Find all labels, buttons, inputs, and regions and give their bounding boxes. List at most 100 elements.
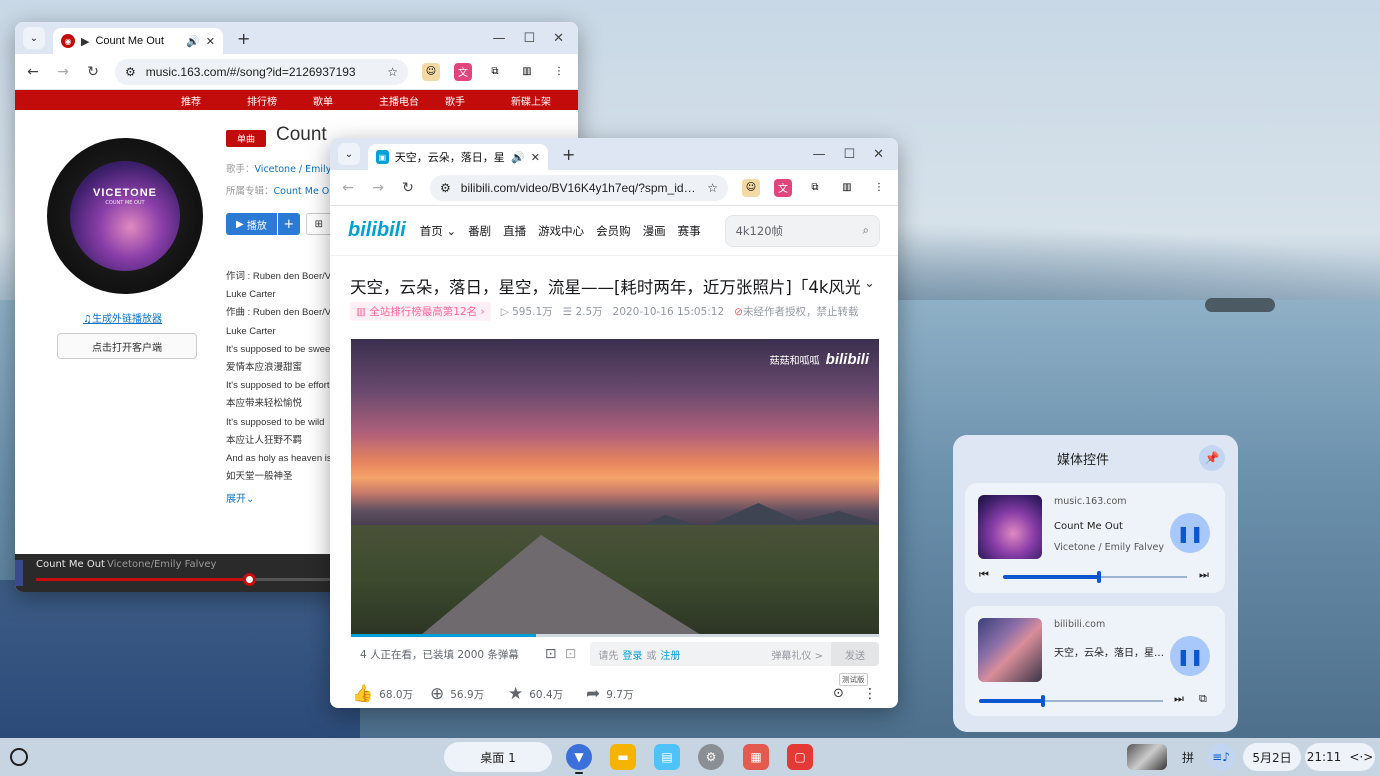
- new-tab-button[interactable]: +: [556, 145, 581, 164]
- address-bar[interactable]: ⚙ music.163.com/#/song?id=2126937193 ☆: [115, 58, 408, 85]
- chevron-down-icon[interactable]: ⌄: [864, 276, 875, 291]
- media-card-netease[interactable]: music.163.com Count Me Out Vicetone / Em…: [965, 483, 1225, 593]
- nav-home[interactable]: 首页 ⌄: [420, 223, 456, 239]
- tv-icon[interactable]: ⊙: [833, 686, 844, 701]
- danmaku-input[interactable]: 请先 登录 或 注册 弹幕礼仪 > 发送: [590, 642, 879, 666]
- status-area[interactable]: 21:11 <·>: [1305, 743, 1375, 771]
- nav-game-center[interactable]: 游戏中心: [538, 223, 584, 239]
- pause-button[interactable]: ❚❚: [1170, 636, 1210, 676]
- audio-icon[interactable]: 🔊: [511, 151, 525, 164]
- player-thumbnail[interactable]: [15, 560, 23, 586]
- menu-dots-icon[interactable]: ⋮: [870, 179, 888, 197]
- add-to-playlist-button[interactable]: +: [277, 213, 300, 235]
- extension-translate-icon[interactable]: 文: [454, 62, 472, 81]
- send-danmaku-button[interactable]: 发送: [831, 642, 879, 666]
- extension-avatar-icon[interactable]: ☺: [742, 178, 760, 197]
- media-seek-bar[interactable]: [979, 695, 1163, 707]
- favorite-button[interactable]: ★ 60.4万: [508, 684, 586, 704]
- extension-translate-icon[interactable]: 文: [774, 178, 792, 197]
- bilibili-logo[interactable]: bilibili: [348, 219, 406, 242]
- nav-live[interactable]: 直播: [503, 223, 526, 239]
- forward-icon[interactable]: →: [55, 64, 71, 80]
- danmaku-toggle-icon[interactable]: ⊡: [545, 646, 557, 662]
- extensions-puzzle-icon[interactable]: ⧉: [806, 179, 824, 197]
- close-window-icon[interactable]: ✕: [873, 147, 884, 162]
- media-controls-icon[interactable]: ≡♪: [1207, 743, 1235, 771]
- screen-capture-icon[interactable]: [1127, 744, 1167, 770]
- side-panel-icon[interactable]: ▥: [518, 63, 536, 81]
- forward-icon[interactable]: →: [370, 180, 386, 196]
- pin-icon[interactable]: 📌: [1199, 445, 1225, 471]
- nav-manga[interactable]: 漫画: [643, 223, 666, 239]
- nav-anime[interactable]: 番剧: [468, 223, 491, 239]
- danmaku-etiquette-link[interactable]: 弹幕礼仪 >: [771, 647, 823, 662]
- desk-button[interactable]: 桌面 1: [444, 742, 552, 772]
- menu-dots-icon[interactable]: ⋮: [550, 63, 568, 81]
- nav-charts[interactable]: 排行榜: [247, 93, 313, 108]
- reload-icon[interactable]: ↻: [400, 180, 416, 196]
- ime-indicator[interactable]: 拼: [1175, 743, 1201, 771]
- player-progress-bar[interactable]: [36, 573, 336, 586]
- danmaku-settings-icon[interactable]: ⊡: [565, 646, 577, 662]
- player-song-name[interactable]: Count Me Out: [36, 559, 105, 570]
- tab-bilibili[interactable]: ▣ 天空，云朵，落日，星空 🔊 ✕: [368, 144, 548, 170]
- bookmark-star-icon[interactable]: ☆: [387, 65, 398, 79]
- close-tab-icon[interactable]: ✕: [206, 35, 215, 48]
- app-settings-icon[interactable]: ⚙: [698, 744, 724, 770]
- back-icon[interactable]: ←: [25, 64, 41, 80]
- nav-artists[interactable]: 歌手: [445, 93, 511, 108]
- site-info-icon[interactable]: ⚙: [125, 65, 136, 79]
- app-files-icon[interactable]: ▬: [610, 744, 636, 770]
- minimize-icon[interactable]: —: [812, 147, 825, 162]
- picture-in-picture-icon[interactable]: ⧉: [1199, 692, 1207, 706]
- more-dots-icon[interactable]: ⋮: [863, 686, 877, 702]
- nav-playlists[interactable]: 歌单: [313, 93, 379, 108]
- reload-icon[interactable]: ↻: [85, 64, 101, 80]
- extension-avatar-icon[interactable]: ☺: [422, 62, 440, 81]
- coin-button[interactable]: ⊕ 56.9万: [430, 684, 508, 704]
- tab-netease[interactable]: ◉ ▶ Count Me Out 🔊 ✕: [53, 28, 223, 54]
- external-player-link[interactable]: ♫生成外链播放器: [83, 310, 162, 325]
- audio-icon[interactable]: 🔊: [186, 35, 200, 48]
- nav-recommend[interactable]: 推荐: [181, 93, 247, 108]
- new-tab-button[interactable]: +: [231, 29, 256, 48]
- bookmark-star-icon[interactable]: ☆: [707, 181, 718, 195]
- nav-new-albums[interactable]: 新碟上架: [511, 93, 577, 108]
- expand-lyrics-link[interactable]: 展开⌄: [226, 490, 254, 505]
- pause-button[interactable]: ❚❚: [1170, 513, 1210, 553]
- player-artist[interactable]: Vicetone/Emily Falvey: [107, 559, 216, 570]
- share-button[interactable]: ➦ 9.7万: [586, 684, 664, 704]
- login-link[interactable]: 登录: [622, 647, 642, 662]
- back-icon[interactable]: ←: [340, 180, 356, 196]
- nav-vip-shop[interactable]: 会员购: [596, 223, 631, 239]
- collect-button[interactable]: ⊞: [305, 213, 332, 235]
- app-chrome-canary-icon[interactable]: ▼: [566, 744, 592, 770]
- address-bar[interactable]: ⚙ bilibili.com/video/BV16K4y1h7eq/?spm_i…: [430, 174, 728, 201]
- media-card-bilibili[interactable]: bilibili.com 天空，云朵，落日，星空... ❚❚ ⏭ ⧉: [965, 606, 1225, 716]
- player-progress-knob[interactable]: [243, 573, 256, 586]
- close-tab-icon[interactable]: ✕: [531, 151, 540, 164]
- close-window-icon[interactable]: ✕: [553, 31, 564, 46]
- media-seek-knob[interactable]: [1096, 571, 1101, 583]
- tab-search-button[interactable]: ⌄: [338, 143, 360, 165]
- date-indicator[interactable]: 5月2日: [1243, 743, 1301, 771]
- minimize-icon[interactable]: —: [492, 31, 505, 46]
- next-track-icon[interactable]: ⏭: [1199, 568, 1209, 582]
- app-docs-icon[interactable]: ▤: [654, 744, 680, 770]
- search-icon[interactable]: ⌕: [863, 223, 869, 238]
- app-window-icon[interactable]: ▢: [787, 744, 813, 770]
- play-button[interactable]: ▶ 播放: [226, 213, 277, 235]
- video-player[interactable]: 菇菇和呱呱 bilibili: [351, 339, 879, 635]
- previous-track-icon[interactable]: ⏮: [979, 568, 989, 582]
- app-netease-icon[interactable]: ▦: [743, 744, 769, 770]
- register-link[interactable]: 注册: [660, 647, 680, 662]
- media-seek-knob[interactable]: [1041, 695, 1046, 707]
- nav-radio[interactable]: 主播电台: [379, 93, 445, 108]
- next-track-icon[interactable]: ⏭: [1174, 692, 1184, 706]
- site-info-icon[interactable]: ⚙: [440, 181, 451, 195]
- search-input[interactable]: 4k120帧 ⌕: [724, 214, 880, 247]
- nav-esports[interactable]: 赛事: [678, 223, 701, 239]
- maximize-icon[interactable]: ☐: [843, 147, 855, 162]
- singer-link[interactable]: Vicetone / Emily F: [255, 164, 340, 175]
- launcher-icon[interactable]: [10, 748, 28, 766]
